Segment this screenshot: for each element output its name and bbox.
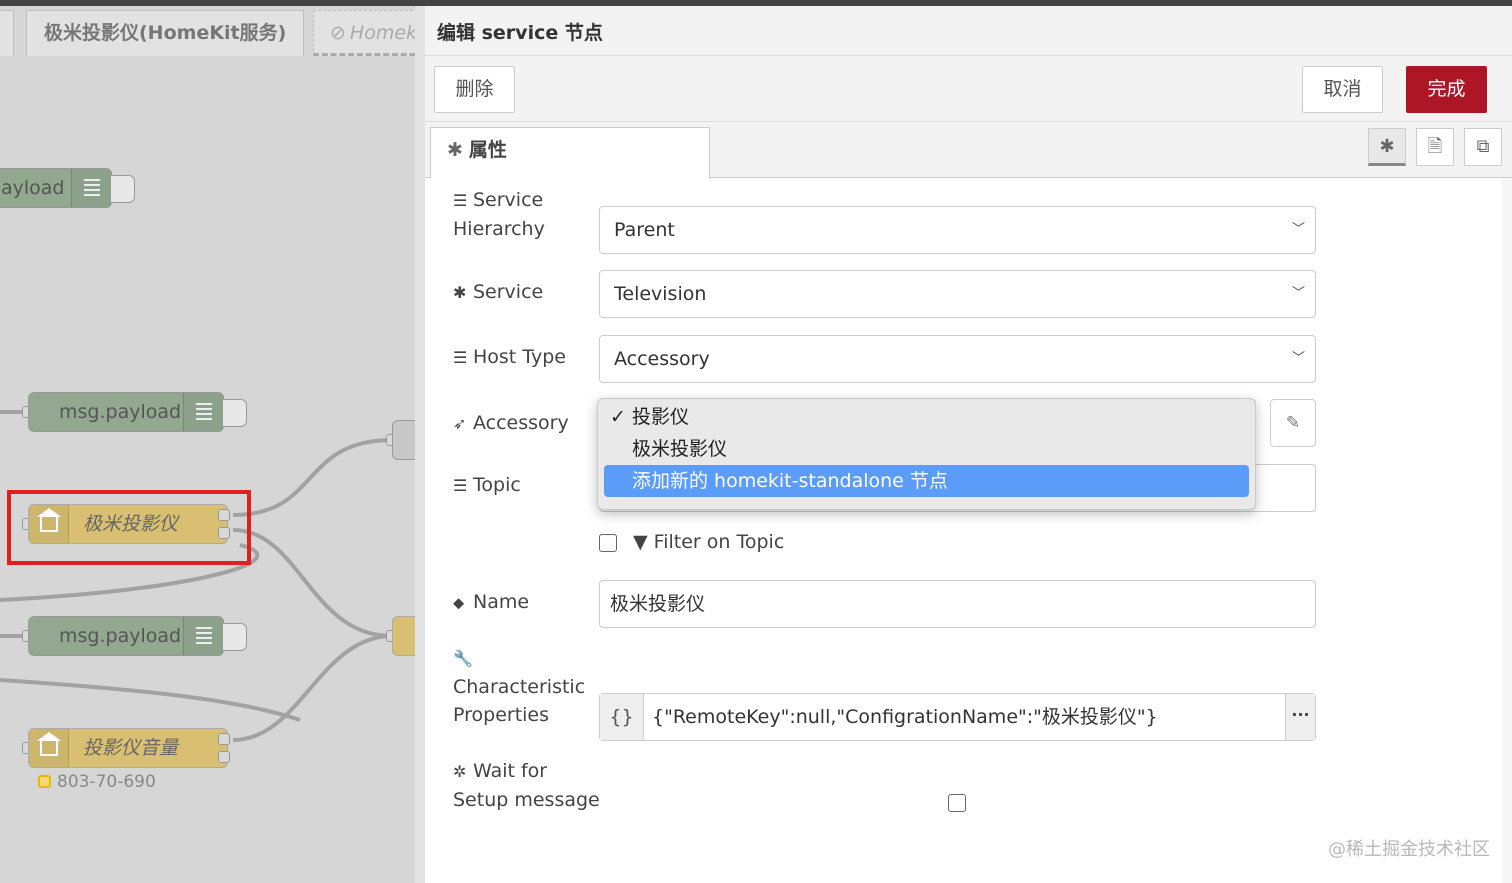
list-icon: ☰ [453,348,468,367]
filter-on-topic-label: ▼ Filter on Topic [633,531,785,553]
tag-icon: ⬥ [453,593,465,612]
hierarchy-label: ☰ Service Hierarchy [453,189,545,240]
list-icon: ☰ [453,191,468,210]
selection-highlight-box [7,490,251,565]
pencil-icon: ✎ [1285,413,1301,433]
gear-icon: ✱ [453,283,467,302]
filter-icon: ▼ [633,531,648,553]
scrollbar[interactable] [1502,178,1512,883]
debug-toggle-button[interactable] [111,175,135,203]
name-input[interactable]: 极米投影仪 [599,580,1316,628]
node-label: msg.payload [59,625,182,647]
node-editor-panel: 编辑 service 节点 删除 取消 完成 ✱ 属性 ✱ 🗎 ⧉ ☰ Servic… [415,6,1512,883]
wrench-icon: 🔧 [453,649,473,668]
gear-icon: ✱ [447,139,463,161]
name-label: ⬥ Name [453,588,529,617]
gear-icon: ✱ [1379,136,1395,157]
cancel-button[interactable]: 取消 [1302,66,1383,113]
accessory-edit-button[interactable]: ✎ [1270,399,1316,447]
output-port[interactable] [218,733,230,745]
service-select[interactable]: Television ﹀ [599,270,1316,318]
debug-toggle-button[interactable] [223,623,247,651]
chevron-down-icon: ﹀ [1291,351,1305,366]
host-type-label: ☰ Host Type [453,343,566,372]
debug-toggle-button[interactable] [223,399,247,427]
expand-editor-button[interactable]: ··· [1285,694,1315,740]
topic-label: ☰ Topic [453,471,521,500]
editor-tabbar: ✱ 属性 ✱ 🗎 ⧉ [425,122,1512,179]
service-label: ✱ Service [453,278,543,307]
status-dot-icon [38,775,51,788]
accessory-dropdown-list[interactable]: ✓ 投影仪 极米投影仪 添加新的 homekit-standalone 节点 [597,398,1256,510]
list-icon [196,627,212,645]
node-status-text: 803-70-690 [57,772,156,792]
watermark: @稀土掘金技术社区 [1328,839,1490,860]
hierarchy-select[interactable]: Parent ﹀ [599,206,1316,254]
list-icon [196,403,212,421]
node-status: 803-70-690 [38,772,156,792]
accessory-label: ➶ Accessory [453,409,569,438]
output-port[interactable] [218,751,230,763]
tab-label: 属性 [468,139,507,161]
document-icon: 🗎 [1427,136,1443,157]
tab-description[interactable]: 🗎 [1416,128,1454,166]
wait-for-setup-checkbox[interactable] [948,794,966,812]
characteristic-properties-input[interactable]: {} {"RemoteKey":null,"ConfigrationName":… [599,693,1316,741]
node-label: ayload [1,177,65,199]
done-button[interactable]: 完成 [1406,66,1487,113]
partial-node[interactable] [392,420,415,460]
editor-toolbar: 删除 取消 完成 [425,56,1512,122]
list-icon [84,179,100,197]
wait-for-setup-label: ✲ Wait for Setup message [453,760,600,811]
hierarchy-select-value: Parent [614,219,675,241]
node-button-area [183,393,223,431]
host-type-select[interactable]: Accessory ﹀ [599,335,1316,383]
editor-header: 编辑 service 节点 [425,6,1512,56]
node-button-area [71,169,111,207]
debug-node[interactable]: msg.payload [28,616,247,656]
node-label: msg.payload [59,401,182,423]
service-select-value: Television [614,283,707,305]
delete-button[interactable]: 删除 [434,66,515,113]
editor-title: 编辑 service 节点 [437,22,603,44]
tab-properties[interactable]: ✱ 属性 [430,127,710,179]
partial-node[interactable] [392,616,415,656]
top-border [0,0,1512,6]
checkmark-icon: ✓ [610,406,626,428]
homekit-icon [29,729,69,767]
node-button-area [183,617,223,655]
chevron-down-icon: ﹀ [1291,286,1305,301]
tab-appearance[interactable]: ⧉ [1464,128,1502,166]
debug-node[interactable]: ayload [0,168,135,208]
host-type-select-value: Accessory [614,348,710,370]
chevron-down-icon: ﹀ [1291,222,1305,237]
rocket-icon: ➶ [453,414,467,433]
flow-workspace[interactable]: 极米投影仪(HomeKit服务) ⊘ Homek ayload msg.paylo… [0,0,415,883]
bug-icon: ✲ [453,762,467,781]
list-icon: ☰ [453,476,468,495]
node-label: 投影仪音量 [83,737,179,759]
json-type-icon[interactable]: {} [600,694,644,740]
dropdown-option[interactable]: ✓ 投影仪 [604,401,1249,433]
characteristic-properties-value: {"RemoteKey":null,"ConfigrationName":"极米… [652,706,1158,728]
dropdown-option-add-new[interactable]: 添加新的 homekit-standalone 节点 [604,465,1249,497]
filter-on-topic-checkbox[interactable] [599,534,617,552]
tab-settings[interactable]: ✱ [1368,128,1406,166]
characteristic-properties-label: 🔧 Characteristic Properties [453,644,585,729]
homekit-service-node[interactable]: 投影仪音量 [28,728,228,768]
dropdown-option[interactable]: 极米投影仪 [604,433,1249,465]
debug-node[interactable]: msg.payload [28,392,247,432]
frame-icon: ⧉ [1476,136,1490,157]
